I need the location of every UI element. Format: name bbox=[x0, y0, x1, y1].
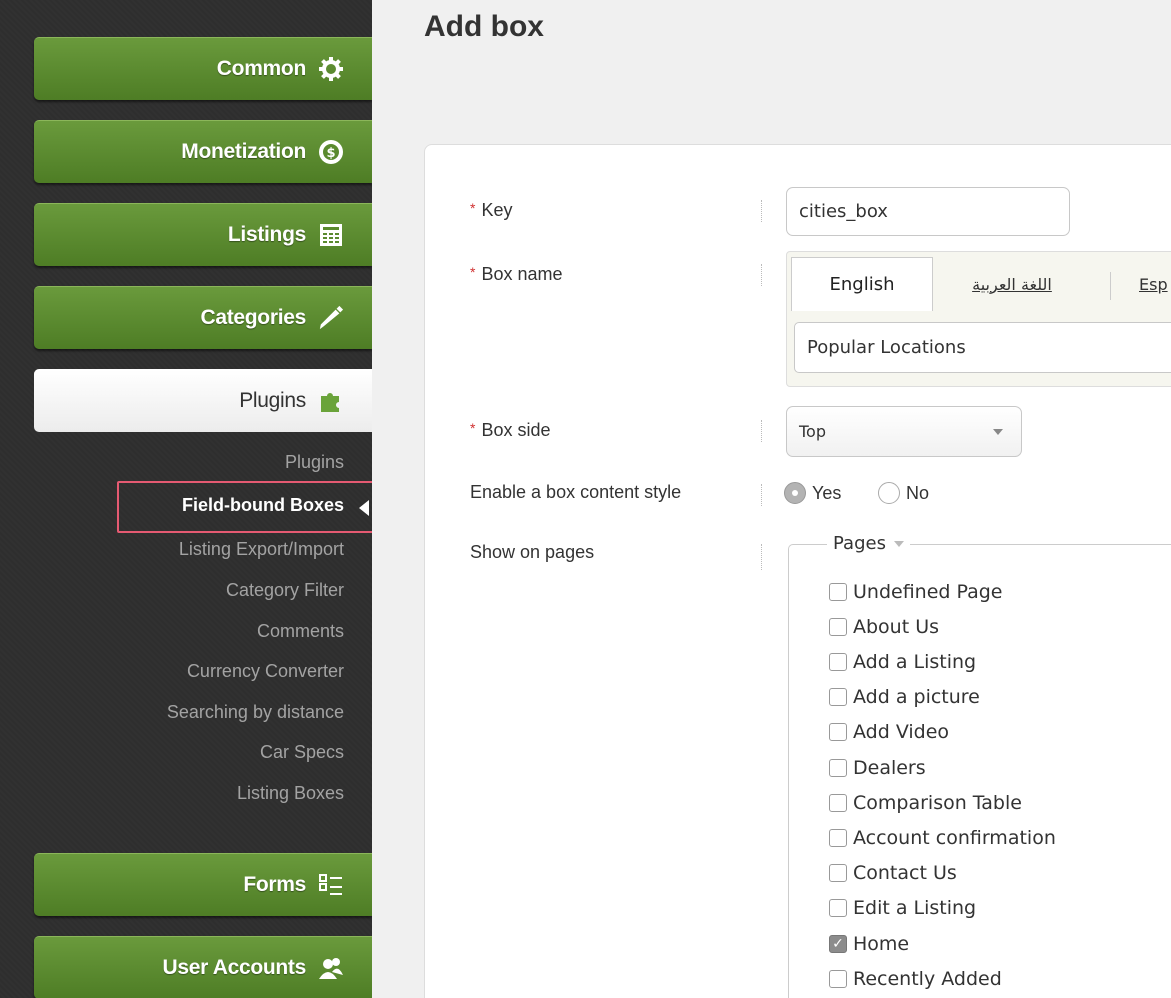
page-checkbox[interactable]: Contact Us bbox=[829, 862, 957, 884]
page-checkbox[interactable]: Dealers bbox=[829, 757, 926, 779]
nav-label: Plugins bbox=[239, 389, 306, 412]
page-checkbox[interactable]: Add Video bbox=[829, 721, 949, 743]
submenu-item-car-specs[interactable]: Car Specs bbox=[260, 742, 344, 763]
nav-monetization[interactable]: Monetization $ bbox=[34, 120, 372, 183]
sidebar: Common Monetization $ Listings Categorie… bbox=[0, 0, 382, 998]
radio-selected-icon bbox=[784, 482, 806, 504]
submenu-item-currency-converter[interactable]: Currency Converter bbox=[187, 661, 344, 682]
checkbox-icon bbox=[829, 899, 847, 917]
listings-icon bbox=[318, 222, 344, 248]
checkbox-icon bbox=[829, 653, 847, 671]
pencil-icon bbox=[318, 305, 344, 331]
checkbox-icon bbox=[829, 723, 847, 741]
chevron-down-icon bbox=[893, 540, 904, 547]
checkbox-icon bbox=[829, 688, 847, 706]
page-checkbox[interactable]: Add a picture bbox=[829, 686, 980, 708]
submenu-item-category-filter[interactable]: Category Filter bbox=[226, 580, 344, 601]
gear-icon bbox=[318, 56, 344, 82]
nav-common[interactable]: Common bbox=[34, 37, 372, 100]
page-checkbox[interactable]: Edit a Listing bbox=[829, 897, 976, 919]
nav-label: Categories bbox=[200, 306, 306, 329]
page-checkbox[interactable]: Undefined Page bbox=[829, 581, 1003, 603]
checkbox-icon bbox=[829, 583, 847, 601]
tab-divider bbox=[1110, 272, 1111, 300]
box-name-input[interactable]: Popular Locations bbox=[794, 322, 1171, 373]
nav-forms[interactable]: Forms bbox=[34, 853, 372, 916]
content-style-label: Enable a box content style bbox=[470, 482, 682, 502]
nav-categories[interactable]: Categories bbox=[34, 286, 372, 349]
page-checkbox[interactable]: Add a Listing bbox=[829, 651, 976, 673]
nav-label: Forms bbox=[243, 873, 306, 896]
show-on-pages-label: Show on pages bbox=[470, 542, 595, 562]
nav-label: User Accounts bbox=[162, 956, 306, 979]
separator bbox=[761, 484, 762, 506]
box-side-select[interactable]: Top bbox=[786, 406, 1022, 457]
nav-label: Common bbox=[216, 57, 307, 80]
submenu-item-listing-boxes[interactable]: Listing Boxes bbox=[237, 783, 344, 804]
submenu-item-comments[interactable]: Comments bbox=[257, 621, 344, 642]
active-pointer bbox=[359, 500, 369, 516]
checkbox-icon bbox=[829, 864, 847, 882]
tab-spanish[interactable]: Esp bbox=[1139, 257, 1171, 311]
dollar-coin-icon: $ bbox=[318, 139, 344, 165]
nav-label: Listings bbox=[227, 223, 306, 246]
checklist-icon bbox=[318, 872, 344, 898]
svg-text:$: $ bbox=[326, 146, 335, 161]
page-title: Add box bbox=[424, 10, 544, 43]
chevron-down-icon bbox=[993, 429, 1003, 435]
checkbox-icon bbox=[829, 759, 847, 777]
radio-yes-label: Yes bbox=[812, 482, 842, 503]
nav-listings[interactable]: Listings bbox=[34, 203, 372, 266]
checkbox-icon bbox=[829, 970, 847, 988]
submenu-item-listing-export-import[interactable]: Listing Export/Import bbox=[179, 539, 344, 560]
checkbox-icon bbox=[829, 829, 847, 847]
checkbox-icon bbox=[829, 618, 847, 636]
separator bbox=[761, 264, 762, 286]
key-label: * Key bbox=[470, 200, 513, 220]
radio-no-label: No bbox=[906, 482, 930, 503]
users-icon bbox=[318, 955, 344, 981]
separator bbox=[761, 544, 762, 570]
nav-label: Monetization bbox=[181, 140, 306, 163]
submenu-item-plugins[interactable]: Plugins bbox=[285, 452, 344, 473]
box-side-label: * Box side bbox=[470, 420, 551, 440]
submenu-item-searching-by-distance[interactable]: Searching by distance bbox=[167, 702, 344, 723]
tab-arabic[interactable]: اللغة العربية bbox=[957, 257, 1067, 311]
puzzle-icon bbox=[318, 388, 344, 414]
box-name-label: * Box name bbox=[470, 264, 563, 284]
key-input[interactable]: cities_box bbox=[786, 187, 1070, 236]
page-checkbox[interactable]: ✓ Home bbox=[829, 933, 909, 955]
pages-legend[interactable]: Pages bbox=[827, 533, 910, 554]
language-tabs-box: English اللغة العربية Esp Popular Locati… bbox=[786, 251, 1171, 387]
radio-unselected-icon bbox=[878, 482, 900, 504]
box-side-value: Top bbox=[799, 422, 826, 441]
pages-fieldset: Pages Undefined Page About Us Add a List… bbox=[788, 533, 1171, 998]
separator bbox=[761, 420, 762, 442]
checkbox-checked-icon: ✓ bbox=[829, 935, 847, 953]
page-checkbox[interactable]: Account confirmation bbox=[829, 827, 1056, 849]
radio-yes[interactable]: Yes bbox=[784, 482, 841, 504]
radio-no[interactable]: No bbox=[878, 482, 929, 504]
page-checkbox[interactable]: Comparison Table bbox=[829, 792, 1022, 814]
separator bbox=[761, 200, 762, 222]
page-checkbox[interactable]: Recently Added bbox=[829, 968, 1002, 990]
tab-english[interactable]: English bbox=[791, 257, 933, 311]
nav-user-accounts[interactable]: User Accounts bbox=[34, 936, 372, 998]
nav-plugins[interactable]: Plugins bbox=[34, 369, 372, 432]
page-checkbox[interactable]: About Us bbox=[829, 616, 939, 638]
highlight-box bbox=[117, 481, 382, 533]
checkbox-icon bbox=[829, 794, 847, 812]
